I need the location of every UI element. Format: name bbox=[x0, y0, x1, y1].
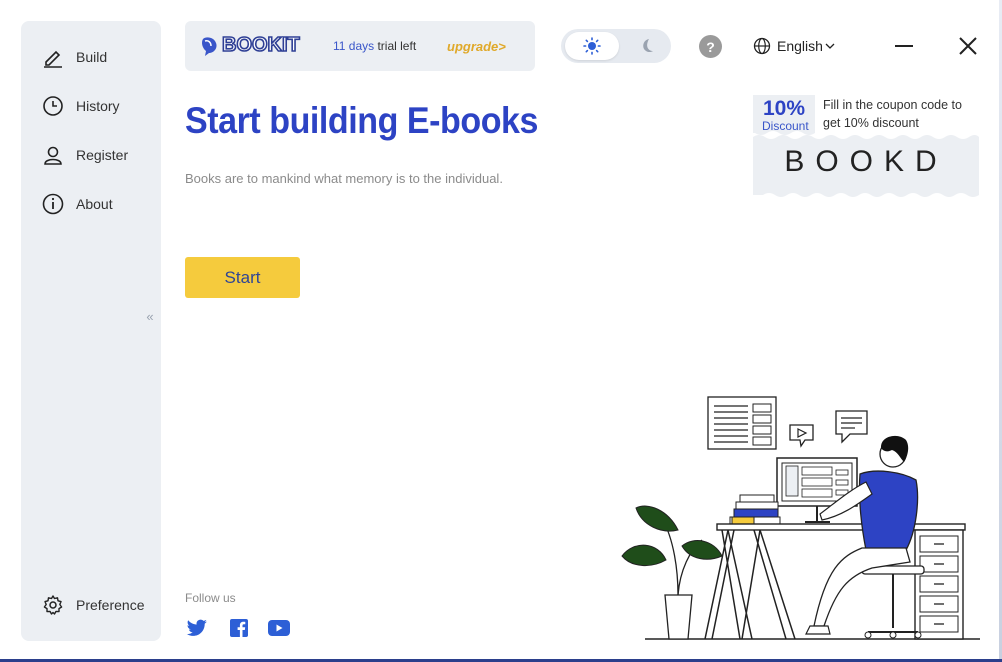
sidebar-item-history[interactable]: History bbox=[41, 93, 120, 119]
coupon-code[interactable]: BOOKD bbox=[753, 145, 979, 179]
upgrade-link[interactable]: upgrade> bbox=[447, 39, 506, 54]
twitter-icon[interactable] bbox=[186, 619, 208, 637]
trial-days: 11 days bbox=[333, 39, 375, 53]
brand-bar: BOOKIT 11 days trial left upgrade> bbox=[185, 21, 535, 71]
sidebar-item-label: Preference bbox=[76, 597, 145, 613]
sidebar-item-about[interactable]: About bbox=[41, 191, 113, 217]
sidebar-collapse-button[interactable]: « bbox=[140, 293, 160, 339]
app-logo: BOOKIT bbox=[200, 33, 301, 57]
language-label: English bbox=[777, 38, 823, 54]
start-button[interactable]: Start bbox=[185, 257, 300, 298]
dark-theme-button[interactable] bbox=[627, 32, 667, 60]
gear-icon bbox=[41, 593, 65, 617]
chevron-double-left-icon: « bbox=[146, 308, 154, 324]
pen-icon bbox=[41, 45, 65, 69]
follow-us-label: Follow us bbox=[185, 591, 236, 605]
sidebar-item-label: About bbox=[76, 196, 113, 212]
person-at-desk-illustration bbox=[621, 396, 980, 640]
coupon-card: 10% Discount Fill in the coupon code to … bbox=[753, 95, 979, 200]
language-selector[interactable]: English bbox=[753, 37, 835, 55]
youtube-icon[interactable] bbox=[268, 619, 290, 637]
light-theme-button[interactable] bbox=[565, 32, 619, 60]
chevron-down-icon bbox=[825, 43, 835, 49]
page-subtitle: Books are to mankind what memory is to t… bbox=[185, 171, 503, 186]
coupon-description: Fill in the coupon code to get 10% disco… bbox=[823, 98, 962, 130]
trial-suffix: trial left bbox=[374, 39, 417, 53]
sidebar-item-label: History bbox=[76, 98, 120, 114]
sidebar-item-label: Build bbox=[76, 49, 108, 65]
sidebar-item-preference[interactable]: Preference bbox=[41, 592, 144, 618]
theme-toggle[interactable] bbox=[561, 29, 671, 63]
close-icon[interactable] bbox=[958, 36, 978, 56]
sidebar-item-build[interactable]: Build bbox=[41, 44, 107, 70]
help-button[interactable]: ? bbox=[699, 35, 722, 58]
coupon-percent: 10% bbox=[763, 97, 806, 120]
sidebar-item-label: Register bbox=[76, 147, 129, 163]
minimize-button[interactable] bbox=[895, 45, 913, 47]
facebook-icon[interactable] bbox=[228, 619, 250, 637]
moon-icon bbox=[643, 39, 653, 53]
logo-text: BOOKIT bbox=[221, 33, 300, 57]
sun-icon bbox=[583, 37, 601, 55]
coupon-discount-label: Discount bbox=[762, 119, 809, 133]
info-icon bbox=[41, 192, 65, 216]
sidebar-item-register[interactable]: Register bbox=[41, 142, 128, 168]
page-title: Start building E-books bbox=[185, 100, 538, 141]
logo-bird-icon bbox=[202, 36, 217, 56]
globe-icon bbox=[753, 37, 771, 55]
clock-icon bbox=[41, 94, 65, 118]
trial-status: 11 days trial left bbox=[333, 39, 416, 53]
user-icon bbox=[41, 143, 65, 167]
